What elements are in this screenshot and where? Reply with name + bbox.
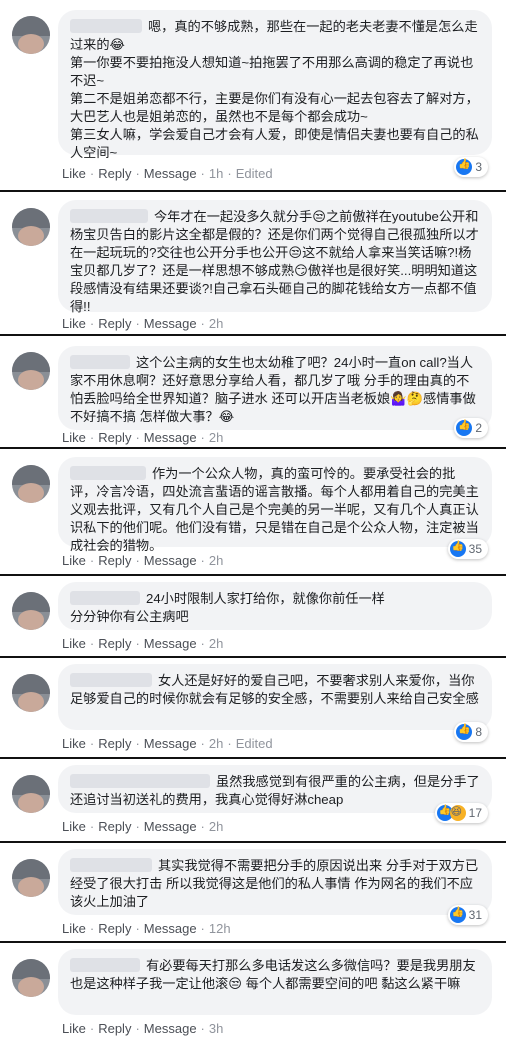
message-link[interactable]: Message xyxy=(144,166,197,181)
reply-link[interactable]: Reply xyxy=(98,819,131,834)
author-name[interactable] xyxy=(70,209,148,223)
comment: 有必要每天打那么多电话发这么多微信吗？要是我男朋友也是这种样子我一定让他滚😒 每… xyxy=(0,941,506,1037)
avatar[interactable] xyxy=(12,208,50,246)
comment: 今年才在一起没多久就分手😒之前傲祥在youtube公开和杨宝贝告白的影片这全都是… xyxy=(0,190,506,334)
author-name[interactable] xyxy=(70,591,140,605)
reaction-count[interactable]: 35 xyxy=(447,539,488,559)
message-link[interactable]: Message xyxy=(144,1021,197,1036)
timestamp[interactable]: 12h xyxy=(209,921,231,936)
author-name[interactable] xyxy=(70,466,146,480)
comment: 这个公主病的女生也太幼稚了吧？24小时一直on call?当人家不用休息啊？还好… xyxy=(0,334,506,447)
timestamp[interactable]: 2h xyxy=(209,553,223,568)
comment-bubble: 其实我觉得不需要把分手的原因说出来 分手对于双方已经受了很大打击 所以我觉得这是… xyxy=(58,849,492,915)
author-name[interactable] xyxy=(70,958,140,972)
timestamp[interactable]: 1h xyxy=(209,166,223,181)
reply-link[interactable]: Reply xyxy=(98,636,131,651)
like-reaction-icon xyxy=(456,159,473,175)
reaction-count[interactable]: 3 xyxy=(454,157,488,177)
reaction-count[interactable]: 17 xyxy=(434,803,488,823)
timestamp[interactable]: 2h xyxy=(209,430,223,445)
edited-label[interactable]: Edited xyxy=(236,166,273,181)
like-link[interactable]: Like xyxy=(62,636,86,651)
comment: 24小时限制人家打给你，就像你前任一样 分分钟你有公主病吧 Like · Reply… xyxy=(0,574,506,656)
like-link[interactable]: Like xyxy=(62,819,86,834)
avatar[interactable] xyxy=(12,352,50,390)
like-link[interactable]: Like xyxy=(62,1021,86,1036)
comment-text: 这个公主病的女生也太幼稚了吧？24小时一直on call?当人家不用休息啊？还好… xyxy=(70,355,476,424)
avatar[interactable] xyxy=(12,859,50,897)
avatar[interactable] xyxy=(12,465,50,503)
message-link[interactable]: Message xyxy=(144,736,197,751)
comment-bubble: 有必要每天打那么多电话发这么多微信吗？要是我男朋友也是这种样子我一定让他滚😒 每… xyxy=(58,949,492,1015)
like-reaction-icon xyxy=(449,541,466,557)
reply-link[interactable]: Reply xyxy=(98,1021,131,1036)
reply-link[interactable]: Reply xyxy=(98,921,131,936)
comment-bubble: 24小时限制人家打给你，就像你前任一样 分分钟你有公主病吧 xyxy=(58,582,492,630)
message-link[interactable]: Message xyxy=(144,921,197,936)
author-name[interactable] xyxy=(70,355,130,369)
timestamp[interactable]: 3h xyxy=(209,1021,223,1036)
author-name[interactable] xyxy=(70,19,142,33)
comment-bubble: 今年才在一起没多久就分手😒之前傲祥在youtube公开和杨宝贝告白的影片这全都是… xyxy=(58,200,492,314)
reaction-count[interactable]: 2 xyxy=(454,418,488,438)
message-link[interactable]: Message xyxy=(144,553,197,568)
avatar[interactable] xyxy=(12,775,50,813)
like-link[interactable]: Like xyxy=(62,316,86,331)
laugh-reaction-icon xyxy=(449,805,466,821)
comment: 女人还是好好的爱自己吧，不要奢求别人来爱你，当你足够爱自己的时候你就会有足够的安… xyxy=(0,656,506,757)
timestamp[interactable]: 2h xyxy=(209,819,223,834)
comment-bubble: 女人还是好好的爱自己吧，不要奢求别人来爱你，当你足够爱自己的时候你就会有足够的安… xyxy=(58,664,492,730)
reaction-count[interactable]: 31 xyxy=(447,905,488,925)
comment: 虽然我感觉到有很严重的公主病，但是分手了还追讨当初送礼的费用，我真心觉得好淋ch… xyxy=(0,757,506,841)
author-name[interactable] xyxy=(70,774,210,788)
reaction-count[interactable]: 8 xyxy=(454,722,488,742)
timestamp[interactable]: 2h xyxy=(209,736,223,751)
author-name[interactable] xyxy=(70,858,152,872)
comment-text: 今年才在一起没多久就分手😒之前傲祥在youtube公开和杨宝贝告白的影片这全都是… xyxy=(70,209,479,314)
avatar[interactable] xyxy=(12,674,50,712)
author-name[interactable] xyxy=(70,673,152,687)
reply-link[interactable]: Reply xyxy=(98,316,131,331)
reply-link[interactable]: Reply xyxy=(98,736,131,751)
comment-text: 嗯，真的不够成熟，那些在一起的老夫老妻不懂是怎么走过来的😂 第一你要不要拍拖没人… xyxy=(70,19,479,160)
avatar[interactable] xyxy=(12,16,50,54)
like-link[interactable]: Like xyxy=(62,166,86,181)
reply-link[interactable]: Reply xyxy=(98,553,131,568)
message-link[interactable]: Message xyxy=(144,819,197,834)
edited-label[interactable]: Edited xyxy=(236,736,273,751)
like-link[interactable]: Like xyxy=(62,736,86,751)
comment-bubble: 这个公主病的女生也太幼稚了吧？24小时一直on call?当人家不用休息啊？还好… xyxy=(58,346,492,430)
comment-actions: Like · Reply · Message · 1h · Edited xyxy=(62,166,273,181)
comment: 其实我觉得不需要把分手的原因说出来 分手对于双方已经受了很大打击 所以我觉得这是… xyxy=(0,841,506,941)
avatar[interactable] xyxy=(12,959,50,997)
like-reaction-icon xyxy=(456,724,473,740)
comment-actions: Like · Reply · Message · 2h xyxy=(62,430,224,445)
comment-actions: Like · Reply · Message · 2h xyxy=(62,819,224,834)
comment-actions: Like · Reply · Message · 3h xyxy=(62,1021,224,1036)
comment-actions: Like · Reply · Message · 12h xyxy=(62,921,231,936)
like-link[interactable]: Like xyxy=(62,430,86,445)
like-link[interactable]: Like xyxy=(62,921,86,936)
comment-bubble: 作为一个公众人物，真的蛮可怜的。要承受社会的批评，冷言冷语，四处流言蜚语的谣言散… xyxy=(58,457,492,553)
like-link[interactable]: Like xyxy=(62,553,86,568)
message-link[interactable]: Message xyxy=(144,636,197,651)
timestamp[interactable]: 2h xyxy=(209,636,223,651)
comment-actions: Like · Reply · Message · 2h xyxy=(62,553,224,568)
comment-bubble: 虽然我感觉到有很严重的公主病，但是分手了还追讨当初送礼的费用，我真心觉得好淋ch… xyxy=(58,765,492,813)
message-link[interactable]: Message xyxy=(144,316,197,331)
comment-actions: Like · Reply · Message · 2h · Edited xyxy=(62,736,273,751)
comment-bubble: 嗯，真的不够成熟，那些在一起的老夫老妻不懂是怎么走过来的😂 第一你要不要拍拖没人… xyxy=(58,10,492,160)
like-reaction-icon xyxy=(456,420,473,436)
reply-link[interactable]: Reply xyxy=(98,166,131,181)
comment: 嗯，真的不够成熟，那些在一起的老夫老妻不懂是怎么走过来的😂 第一你要不要拍拖没人… xyxy=(0,0,506,190)
comment-actions: Like · Reply · Message · 2h xyxy=(62,316,224,331)
timestamp[interactable]: 2h xyxy=(209,316,223,331)
comment: 作为一个公众人物，真的蛮可怜的。要承受社会的批评，冷言冷语，四处流言蜚语的谣言散… xyxy=(0,447,506,574)
avatar[interactable] xyxy=(12,592,50,630)
message-link[interactable]: Message xyxy=(144,430,197,445)
reply-link[interactable]: Reply xyxy=(98,430,131,445)
comment-actions: Like · Reply · Message · 2h xyxy=(62,636,224,651)
like-reaction-icon xyxy=(449,907,466,923)
comment-feed: 嗯，真的不够成熟，那些在一起的老夫老妻不懂是怎么走过来的😂 第一你要不要拍拖没人… xyxy=(0,0,506,1037)
